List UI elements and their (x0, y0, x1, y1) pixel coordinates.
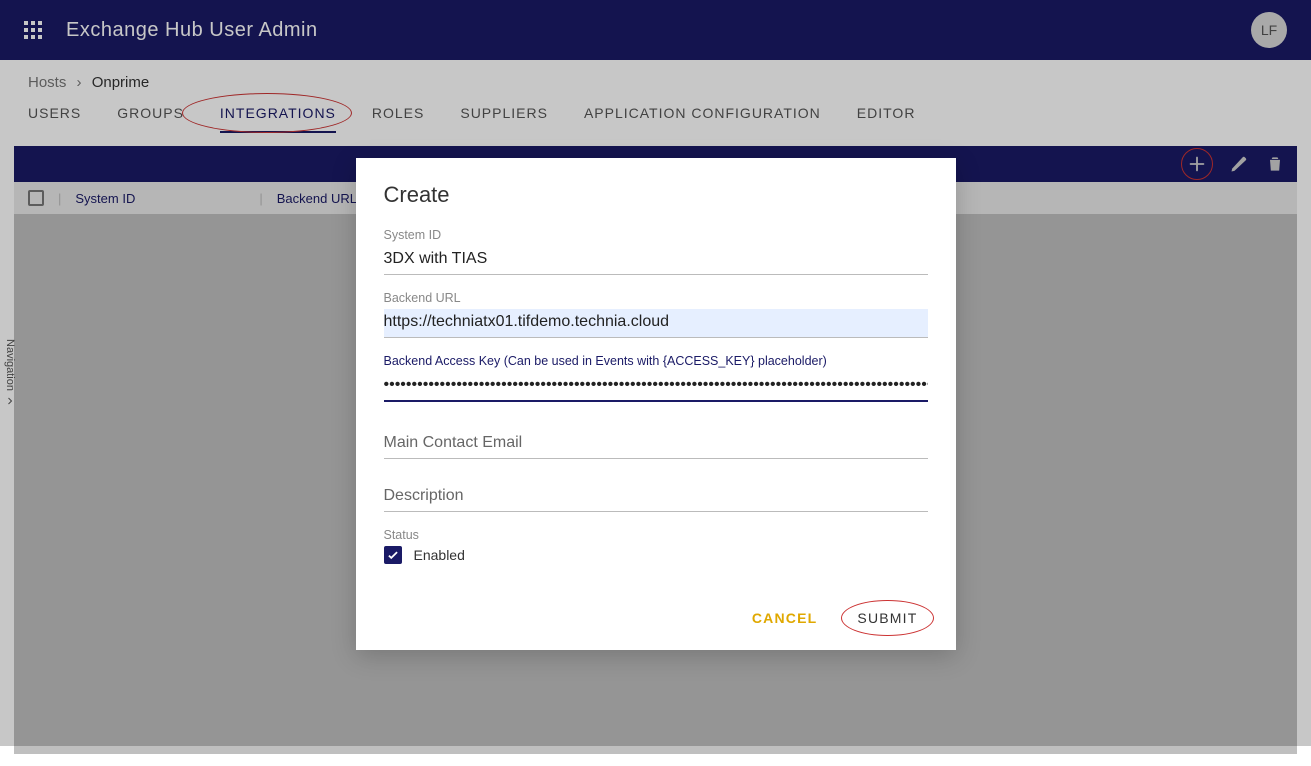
enabled-label: Enabled (414, 547, 465, 563)
description-input[interactable] (384, 483, 928, 512)
check-icon (386, 548, 400, 562)
submit-button[interactable]: SUBMIT (847, 604, 927, 632)
field-description (384, 483, 928, 512)
field-status: Status Enabled (384, 528, 928, 564)
system-id-input[interactable] (384, 246, 928, 275)
field-backend-url: Backend URL (384, 291, 928, 338)
field-access-key: Backend Access Key (Can be used in Event… (384, 354, 928, 402)
cancel-button[interactable]: CANCEL (742, 604, 828, 632)
backend-url-input[interactable] (384, 309, 928, 338)
modal-title: Create (384, 182, 928, 208)
contact-email-input[interactable] (384, 430, 928, 459)
field-status-label: Status (384, 528, 928, 542)
enabled-checkbox[interactable] (384, 546, 402, 564)
field-access-key-label: Backend Access Key (Can be used in Event… (384, 354, 928, 368)
field-backend-url-label: Backend URL (384, 291, 928, 305)
field-system-id: System ID (384, 228, 928, 275)
access-key-input[interactable] (384, 372, 928, 402)
field-contact-email (384, 430, 928, 459)
create-modal: Create System ID Backend URL Backend Acc… (356, 158, 956, 650)
submit-button-label: SUBMIT (857, 610, 917, 626)
modal-actions: CANCEL SUBMIT (384, 604, 928, 632)
field-system-id-label: System ID (384, 228, 928, 242)
